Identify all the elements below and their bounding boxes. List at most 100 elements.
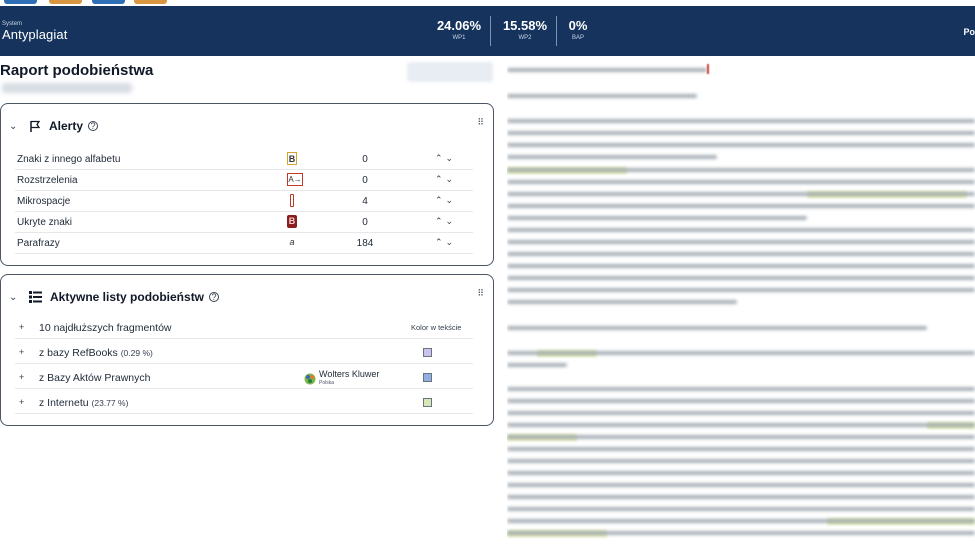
blurred-text-line <box>507 143 975 147</box>
navigate-arrows-icon[interactable]: ⌃⌄ <box>435 195 456 206</box>
alerts-card-header[interactable]: ⌄ Alerty ? ⠿ <box>1 104 493 148</box>
stat-value: 24.06% <box>436 18 482 33</box>
blurred-text-line <box>507 483 975 487</box>
header-right-text[interactable]: Po <box>963 27 975 37</box>
blurred-text-line <box>507 276 975 280</box>
navigate-arrows-icon[interactable]: ⌃⌄ <box>435 216 456 227</box>
brand-logo[interactable]: Antyplagiat <box>2 27 67 42</box>
toolbar-chip[interactable] <box>49 0 82 4</box>
blurred-text-line <box>507 240 975 244</box>
blurred-text-line <box>507 68 707 72</box>
divider <box>556 16 557 46</box>
alert-count: 0 <box>362 175 368 186</box>
blurred-text-line <box>507 387 975 391</box>
divider <box>490 16 491 46</box>
alert-row: Rozstrzelenia A→ 0 ⌃⌄ <box>15 170 473 191</box>
chevron-down-icon[interactable]: ⌄ <box>9 292 23 303</box>
blurred-text-line <box>507 300 737 304</box>
expand-icon[interactable]: + <box>19 372 24 382</box>
alerts-title: Alerty <box>49 119 84 133</box>
list-item[interactable]: + z Internetu (23.77 %) <box>15 392 473 414</box>
navigate-arrows-icon[interactable]: ⌃⌄ <box>435 153 456 164</box>
blurred-text-line <box>507 192 975 196</box>
expand-icon[interactable]: + <box>19 347 24 357</box>
lists-card-header[interactable]: ⌄ Aktywne listy podobieństw ? ⠿ <box>1 275 493 319</box>
list-label: 10 najdłuższych fragmentów <box>39 322 172 334</box>
spacing-icon: A→ <box>287 173 303 186</box>
hidden-chars-icon: B <box>287 215 297 228</box>
alert-row: Mikrospacje 4 ⌃⌄ <box>15 191 473 212</box>
stat-label: WP2 <box>518 35 532 41</box>
list-label: z Bazy Aktów Prawnych <box>39 372 151 384</box>
alert-count: 0 <box>362 217 368 228</box>
blurred-text-line <box>507 288 975 292</box>
blurred-text-line <box>507 531 975 535</box>
document-subtitle-redacted <box>2 83 132 93</box>
list-label: z bazy RefBooks (0.29 %) <box>39 347 153 359</box>
blurred-text-line <box>507 411 975 415</box>
microspace-icon <box>290 194 294 207</box>
alert-count: 4 <box>362 196 368 207</box>
list-item[interactable]: + 10 najdłuższych fragmentów Kolor w tek… <box>15 317 473 339</box>
blurred-text-line <box>507 326 927 330</box>
similarity-lists-card: ⌄ Aktywne listy podobieństw ? ⠿ + 10 naj… <box>0 274 494 426</box>
blurred-text-line <box>507 507 975 511</box>
drag-handle-icon[interactable]: ⠿ <box>477 118 484 127</box>
stat-bap: 0% BAP <box>567 18 589 41</box>
alert-row: Parafrazy a 184 ⌃⌄ <box>15 233 473 254</box>
toolbar-chip[interactable] <box>92 0 125 4</box>
help-icon[interactable]: ? <box>209 292 220 302</box>
list-percent: (0.29 %) <box>120 348 153 358</box>
blurred-text-line <box>507 131 975 135</box>
color-swatch[interactable] <box>423 398 432 407</box>
app-header: System Antyplagiat 24.06% WP1 15.58% WP2… <box>0 6 975 56</box>
alert-label: Ukryte znaki <box>17 217 73 228</box>
chevron-down-icon[interactable]: ⌄ <box>9 121 23 132</box>
blurred-text-line <box>507 168 975 172</box>
blurred-text-line <box>507 459 975 463</box>
blurred-text-line <box>507 447 975 451</box>
blurred-text-line <box>507 351 975 355</box>
blurred-text-line <box>507 204 975 208</box>
alert-count: 0 <box>362 154 368 165</box>
navigate-arrows-icon[interactable]: ⌃⌄ <box>435 174 456 185</box>
navigate-arrows-icon[interactable]: ⌃⌄ <box>435 237 456 248</box>
stat-value: 15.58% <box>502 18 548 33</box>
stat-label: BAP <box>571 35 584 41</box>
blurred-text-line <box>507 119 975 123</box>
expand-icon[interactable]: + <box>19 397 24 407</box>
lists-title: Aktywne listy podobieństw <box>50 290 205 304</box>
alert-row: Ukryte znaki B 0 ⌃⌄ <box>15 212 473 233</box>
alerts-card: ⌄ Alerty ? ⠿ Znaki z innego alfabetu B 0… <box>0 103 494 266</box>
color-swatch[interactable] <box>423 373 432 382</box>
redacted-box <box>407 62 493 82</box>
publisher-sub: Polska <box>319 380 335 386</box>
blurred-text-line <box>507 264 975 268</box>
flag-icon <box>29 120 41 133</box>
blurred-text-line <box>507 435 975 439</box>
list-item[interactable]: + z bazy RefBooks (0.29 %) <box>15 342 473 364</box>
expand-icon[interactable]: + <box>19 322 24 332</box>
blurred-text-line <box>507 228 975 232</box>
color-column-header: Kolor w tekście <box>411 323 462 332</box>
toolbar-chip[interactable] <box>4 0 37 4</box>
blurred-text-line <box>507 155 717 159</box>
alert-label: Parafrazy <box>17 238 60 249</box>
drag-handle-icon[interactable]: ⠿ <box>477 289 484 298</box>
list-item[interactable]: + z Bazy Aktów Prawnych Wolters Kluwer Po… <box>15 367 473 389</box>
help-icon[interactable]: ? <box>88 121 99 131</box>
page-title: Raport podobieństwa <box>0 62 154 79</box>
blurred-text-line <box>507 252 975 256</box>
publisher-logo: Wolters Kluwer Polska <box>304 370 379 388</box>
blurred-text-line <box>507 471 975 475</box>
blurred-text-line <box>507 423 975 427</box>
stat-label: WP1 <box>452 35 466 41</box>
blurred-text-line <box>507 94 697 98</box>
text-cursor <box>707 64 709 74</box>
list-percent: (23.77 %) <box>91 398 129 408</box>
document-preview[interactable] <box>507 62 975 548</box>
toolbar-chip[interactable] <box>134 0 167 4</box>
color-swatch[interactable] <box>423 348 432 357</box>
foreign-alphabet-icon: B <box>287 152 297 165</box>
blurred-text-line <box>507 399 975 403</box>
